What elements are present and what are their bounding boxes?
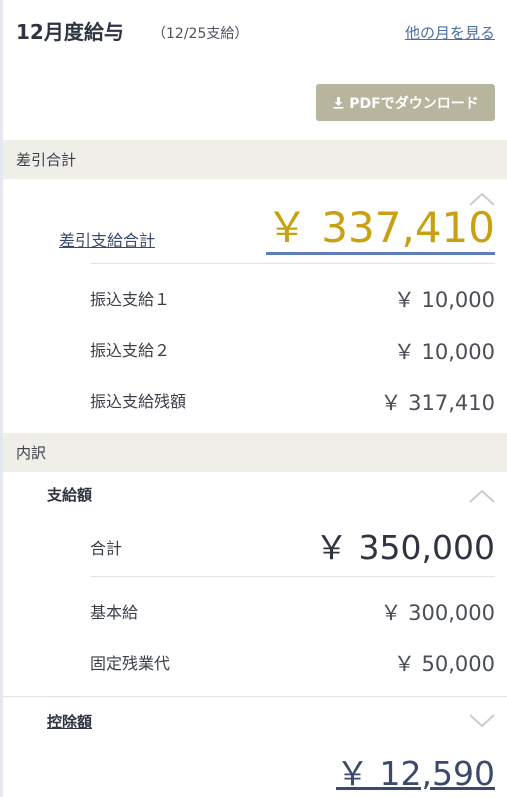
download-icon: [332, 96, 345, 109]
payday-subtitle: （12/25支給）: [152, 26, 249, 42]
payments-total-value: ￥ 350,000: [315, 528, 495, 567]
chevron-down-icon: [469, 714, 495, 728]
left-border: [0, 0, 3, 797]
other-month-link[interactable]: 他の月を見る: [405, 22, 495, 43]
pdf-download-label: PDFでダウンロード: [349, 95, 479, 112]
chevron-up-icon: [469, 489, 495, 503]
deductions-heading[interactable]: 控除額: [47, 711, 92, 732]
transfer-1-label: 振込支給１: [90, 290, 171, 309]
fixed-overtime-label: 固定残業代: [90, 654, 171, 673]
payments-total-label: 合計: [90, 539, 123, 558]
deductions-expand-toggle[interactable]: [469, 713, 495, 732]
transfer-balance-label: 振込支給残額: [90, 392, 187, 411]
deductions-amount[interactable]: ￥ 12,590: [336, 747, 495, 795]
base-salary-value: ￥ 300,000: [380, 601, 495, 625]
pdf-download-button[interactable]: PDFでダウンロード: [316, 84, 495, 121]
transfer-2-label: 振込支給２: [90, 341, 171, 360]
net-pay-total-label[interactable]: 差引支給合計: [59, 227, 155, 251]
divider: [90, 576, 495, 577]
divider: [90, 263, 495, 264]
page-title: 12月度給与: [16, 20, 124, 44]
transfer-2-value: ￥ 10,000: [393, 340, 495, 364]
breakdown-section-title: 内訳: [16, 444, 47, 462]
net-total-section-title: 差引合計: [16, 151, 77, 169]
transfer-balance-value: ￥ 317,410: [380, 391, 495, 415]
net-pay-total-amount[interactable]: ￥ 337,410: [265, 207, 495, 255]
base-salary-label: 基本給: [90, 603, 139, 622]
transfer-1-value: ￥ 10,000: [393, 288, 495, 312]
payments-heading: 支給額: [47, 486, 93, 504]
breakdown-section-header: 内訳: [3, 433, 507, 472]
fixed-overtime-value: ￥ 50,000: [393, 652, 495, 676]
net-total-section-header: 差引合計: [3, 140, 507, 179]
divider: [3, 696, 507, 697]
payments-collapse-toggle[interactable]: [469, 488, 495, 507]
